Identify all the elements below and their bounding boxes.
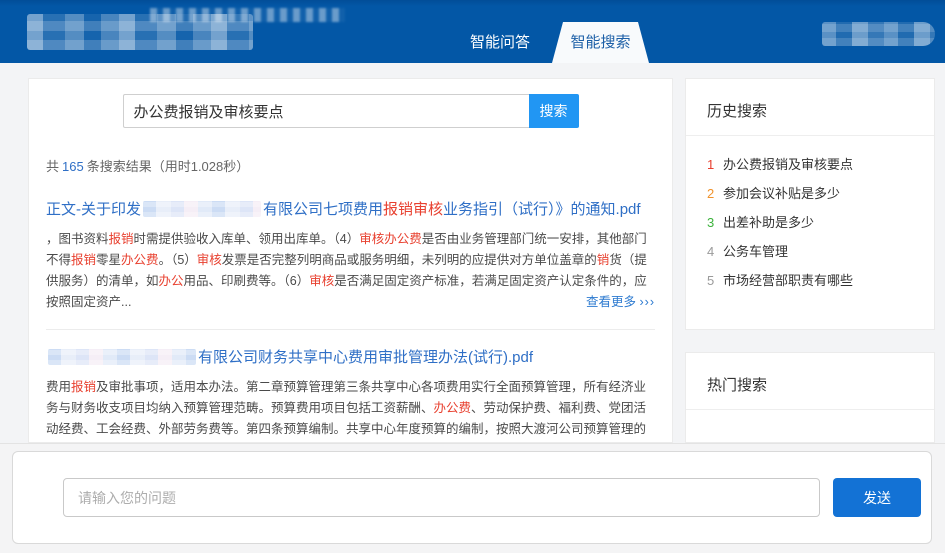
history-search-item[interactable]: 2参加会议补贴是多少 [707,179,916,208]
divider [686,409,934,410]
history-rank-number: 2 [707,179,723,208]
text-segment: 。（5） [159,253,197,267]
app-window: 智能问答 智能搜索 搜索 共165条搜索结果（用时1.028秒） 正文-关于印发… [0,0,945,553]
tab-smart-search[interactable]: 智能搜索 [552,22,649,63]
chevrons-right-icon: ››› [640,295,656,309]
redacted-logo [27,14,253,50]
text-segment: 用品、印刷费等。（6） [184,274,310,288]
history-search-item[interactable]: 4公务车管理 [707,237,916,266]
history-rank-number: 5 [707,266,723,295]
highlighted-keyword: 办公 [159,274,184,288]
highlighted-keyword: 办公费 [434,401,472,415]
result-snippet: ，图书资料报销时需提供验收入库单、领用出库单。（4）审核办公费是否由业务管理部门… [46,229,655,313]
text-segment: 费用 [46,380,71,394]
history-search-panel: 历史搜索 1办公费报销及审核要点2参加会议补贴是多少3出差补助是多少4公务车管理… [685,78,935,330]
history-item-label: 参加会议补贴是多少 [723,179,840,208]
search-input[interactable] [123,94,529,128]
highlighted-keyword: 报销审核 [383,201,443,218]
hot-search-panel: 热门搜索 [685,352,935,443]
text-segment: 时需提供验收入库单、领用出库单。（4） [134,232,360,246]
result-list: 正文-关于印发有限公司七项费用报销审核业务指引（试行）》的通知.pdf，图书资料… [46,199,655,443]
view-more-link[interactable]: 查看更多 ››› [576,292,655,313]
search-result: 有限公司财务共享中心费用审批管理办法(试行).pdf 费用报销及审批事项，适用本办… [46,329,655,443]
history-item-label: 公务车管理 [723,237,788,266]
search-result: 正文-关于印发有限公司七项费用报销审核业务指引（试行）》的通知.pdf，图书资料… [46,199,655,313]
top-header: 智能问答 智能搜索 [0,0,945,63]
result-snippet: 费用报销及审批事项，适用本办法。第二章预算管理第三条共享中心各项费用实行全面预算… [46,377,655,443]
history-rank-number: 3 [707,208,723,237]
text-segment: 业务指引（试行）》的通知.pdf [443,201,641,218]
history-item-label: 出差补助是多少 [723,208,814,237]
tab-smart-qa[interactable]: 智能问答 [455,22,545,63]
search-button[interactable]: 搜索 [529,94,579,128]
highlighted-keyword: 审核 [309,274,334,288]
text-segment: ，图书资料 [46,232,109,246]
text-segment: 发票是否完整列明商品或服务明细，未列明的应提供对方单位盖章的 [222,253,597,267]
question-bar: 发送 [0,443,945,553]
question-input[interactable] [63,478,820,517]
content-area: 搜索 共165条搜索结果（用时1.028秒） 正文-关于印发有限公司七项费用报销… [0,63,945,443]
redacted-user-info [822,22,935,46]
history-rank-number: 1 [707,150,723,179]
hot-search-title: 热门搜索 [686,353,934,409]
highlighted-keyword: 销 [597,253,610,267]
history-search-item[interactable]: 3出差补助是多少 [707,208,916,237]
history-item-label: 办公费报销及审核要点 [723,150,853,179]
highlighted-keyword: 报销 [71,253,96,267]
send-button[interactable]: 发送 [833,478,921,517]
redacted-text [48,349,196,365]
search-bar: 搜索 [46,94,655,128]
history-item-label: 市场经营部职责有哪些 [723,266,853,295]
result-title-link[interactable]: 正文-关于印发 有限公司七项费用报销审核业务指引（试行）》的通知.pdf [46,199,655,221]
text-segment: 正文-关于印发 [46,201,141,218]
result-count: 共165条搜索结果（用时1.028秒） [46,156,655,175]
text-segment: 零星 [96,253,121,267]
history-search-title: 历史搜索 [686,79,934,135]
search-results-panel: 搜索 共165条搜索结果（用时1.028秒） 正文-关于印发有限公司七项费用报销… [28,78,673,443]
text-segment: 有限公司七项费用 [263,201,383,218]
history-search-list: 1办公费报销及审核要点2参加会议补贴是多少3出差补助是多少4公务车管理5市场经营… [686,136,934,295]
question-panel: 发送 [12,451,932,544]
history-search-item[interactable]: 5市场经营部职责有哪些 [707,266,916,295]
highlighted-keyword: 报销 [71,380,96,394]
highlighted-keyword: 审核 [197,253,222,267]
history-rank-number: 4 [707,237,723,266]
history-search-item[interactable]: 1办公费报销及审核要点 [707,150,916,179]
highlighted-keyword: 办公费 [121,253,159,267]
highlighted-keyword: 审核办公费 [359,232,422,246]
result-title-link[interactable]: 有限公司财务共享中心费用审批管理办法(试行).pdf [46,347,655,369]
redacted-text [143,201,261,217]
highlighted-keyword: 报销 [109,232,134,246]
text-segment: 有限公司财务共享中心费用审批管理办法(试行).pdf [198,349,533,366]
result-count-suffix: 条搜索结果（用时1.028秒） [87,159,250,174]
result-count-number: 165 [62,159,84,174]
result-count-prefix: 共 [46,159,59,174]
